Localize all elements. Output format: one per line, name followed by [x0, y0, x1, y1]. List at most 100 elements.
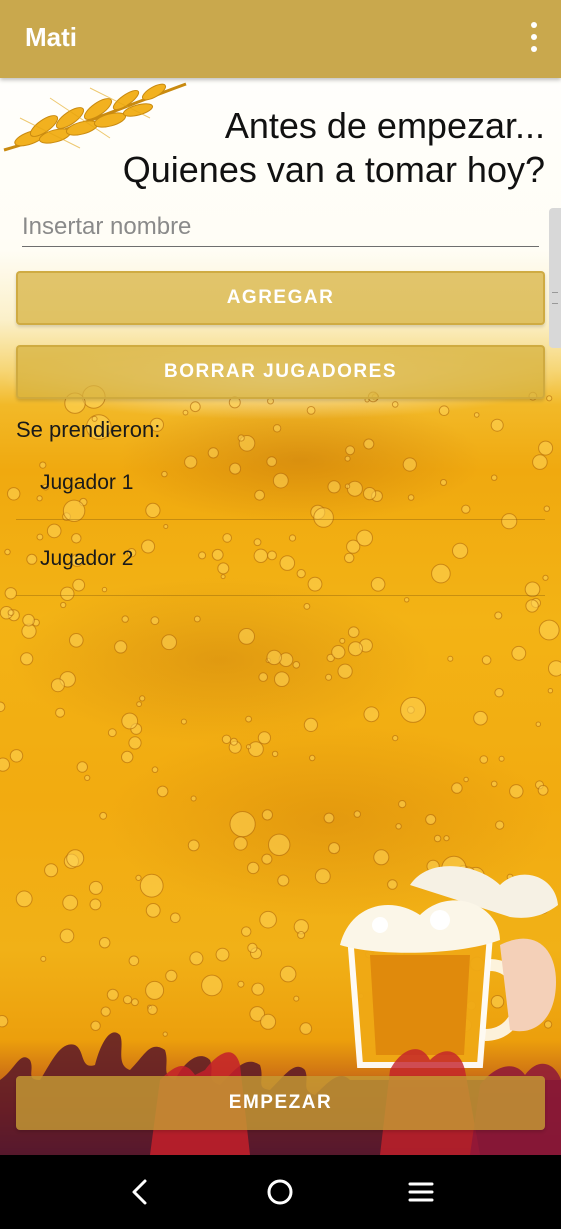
bubble: [7, 609, 15, 616]
bubble: [339, 637, 346, 644]
bubble: [537, 784, 549, 796]
bubble: [106, 988, 119, 1001]
bubble: [136, 701, 143, 707]
bubble: [22, 613, 35, 627]
bubble: [498, 755, 505, 762]
bubble: [272, 424, 282, 433]
bubble: [248, 741, 264, 757]
more-vert-icon[interactable]: [527, 22, 541, 52]
bubble: [451, 782, 463, 794]
bubble: [193, 615, 201, 623]
heading-line-2: Quienes van a tomar hoy?: [122, 149, 545, 190]
bubble: [60, 601, 67, 609]
bubble: [495, 820, 505, 830]
bubble: [395, 823, 402, 830]
bubble: [229, 737, 238, 746]
bubble: [131, 998, 139, 1007]
bubble: [535, 721, 541, 727]
bubble: [114, 640, 128, 654]
bubble: [150, 616, 160, 626]
bubble: [246, 744, 252, 750]
bubble: [40, 955, 47, 962]
bubble: [151, 766, 159, 774]
bubble: [511, 645, 527, 661]
bubble: [99, 811, 108, 820]
bubble: [128, 736, 142, 750]
bubble: [201, 974, 223, 997]
bubble: [215, 947, 230, 962]
bubble: [238, 628, 256, 645]
bubble: [259, 910, 277, 929]
bubble: [4, 548, 11, 556]
bubble: [266, 649, 282, 666]
bubble: [229, 811, 256, 838]
home-icon[interactable]: [263, 1175, 297, 1209]
bubble: [274, 671, 290, 688]
bubble: [509, 784, 524, 799]
bubble: [89, 898, 102, 911]
bubble: [44, 863, 59, 878]
menu-dot: [531, 34, 537, 40]
bubble: [271, 750, 279, 758]
bubble: [314, 868, 331, 885]
heading-line-1: Antes de empezar...: [224, 105, 545, 146]
bubble: [121, 712, 139, 730]
bubble: [69, 633, 84, 648]
bubble: [292, 661, 301, 669]
recents-icon[interactable]: [404, 1175, 438, 1209]
bubble: [261, 853, 273, 865]
bubble: [55, 707, 66, 718]
page-heading: Antes de empezar... Quienes van a tomar …: [123, 104, 545, 192]
bubble: [490, 418, 504, 432]
back-icon[interactable]: [123, 1175, 157, 1209]
bubble: [546, 395, 553, 402]
bubble: [297, 931, 306, 939]
bubble: [425, 814, 437, 825]
bubble: [123, 995, 133, 1005]
menu-dot: [531, 22, 537, 28]
bubble: [481, 655, 492, 665]
bubble: [400, 696, 427, 723]
system-navigation-bar: [0, 1155, 561, 1229]
bubble: [139, 695, 146, 702]
bubble: [494, 688, 504, 698]
bubble: [145, 980, 165, 1000]
bubble: [84, 774, 91, 782]
bubble: [189, 951, 204, 966]
bubble: [303, 603, 311, 610]
bubble: [490, 780, 498, 788]
bubble: [251, 982, 265, 996]
name-input[interactable]: [22, 208, 539, 247]
bubble: [145, 903, 161, 918]
bubble: [20, 652, 34, 666]
bubble: [547, 688, 554, 694]
app-bar: Mati: [0, 0, 561, 78]
bubble: [121, 615, 129, 623]
bubble: [247, 861, 260, 875]
bubble: [189, 401, 201, 413]
bubble: [247, 942, 258, 954]
bubble: [66, 849, 85, 868]
player-name: Jugador 2: [40, 547, 134, 570]
list-item[interactable]: Jugador 1: [16, 443, 545, 520]
bubble: [392, 735, 399, 742]
scroll-handle[interactable]: [549, 208, 561, 348]
bubble: [347, 626, 360, 639]
bubble: [156, 785, 169, 798]
clear-players-button[interactable]: BORRAR JUGADORES: [16, 345, 545, 399]
bubble: [277, 874, 290, 887]
start-button[interactable]: EMPEZAR: [16, 1076, 545, 1130]
bubble: [473, 412, 480, 418]
bubble: [257, 731, 271, 745]
add-button[interactable]: AGREGAR: [16, 271, 545, 325]
bubble: [494, 611, 503, 620]
bubble: [88, 880, 103, 895]
bubble: [121, 750, 134, 764]
bubble: [165, 969, 178, 983]
bubble: [438, 405, 450, 417]
list-item[interactable]: Jugador 2: [16, 519, 545, 596]
bubble: [348, 641, 363, 657]
bubble: [538, 619, 560, 641]
bubble: [293, 995, 300, 1002]
bubble: [187, 839, 200, 852]
